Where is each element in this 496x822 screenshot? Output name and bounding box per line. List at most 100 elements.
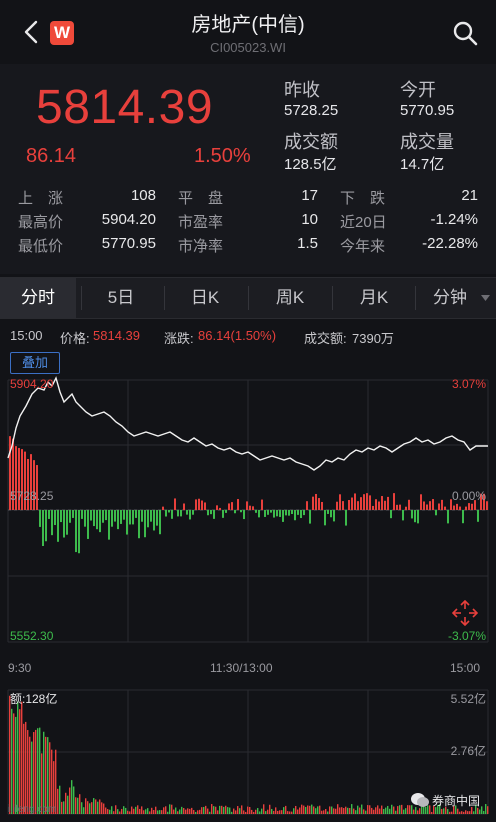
tab-5day[interactable]: 5日 [82,278,160,318]
ratio-bar [351,497,353,510]
y-label-low-pct: -3.07% [447,629,486,643]
ratio-bar [240,510,242,513]
ratio-bar [126,510,128,535]
volume-bar [377,805,379,814]
ratio-bar [246,501,248,510]
ratio-bar [87,510,89,539]
search-icon[interactable] [452,20,478,46]
source-label: 券商中国 [432,794,481,808]
volume-bar [397,806,399,814]
volume-bar [171,804,173,814]
info-time: 15:00 [10,328,43,343]
ratio-bar [354,493,356,510]
intraday-chart[interactable] [0,346,496,822]
volume-bar [173,809,175,814]
y-label-high-pct: 3.07% [451,377,486,391]
volume-bar [103,803,105,814]
volume-bar [149,811,151,814]
volume-bar [79,794,81,814]
volume-bar [87,801,89,814]
volume-bar [133,808,135,814]
volume-bar [235,810,237,814]
volume-bar [77,797,79,814]
ratio-bar [333,510,335,522]
ratio-bar [54,510,56,526]
ratio-bar [468,503,470,510]
volume-bar [373,809,375,814]
volume-bar [457,808,459,814]
volume-bar [381,805,383,814]
ratio-bar [216,505,218,510]
volume-bar [137,805,139,814]
ratio-bar [102,510,104,523]
volume-bar [47,737,49,814]
fullscreen-icon[interactable] [452,600,478,626]
stat-flat-label: 平 盘 [178,190,224,207]
volume-bar [209,811,211,814]
ratio-bar [360,497,362,510]
ratio-bar [132,510,134,525]
stat-up-value: 108 [130,187,156,204]
volume-bar [155,806,157,814]
volume-bar [73,786,75,814]
ratio-bar [309,510,311,524]
ratio-bar [387,496,389,510]
volume-bar [365,810,367,814]
volume-bar [295,805,297,814]
ratio-bar [375,499,377,510]
ratio-bar [258,510,260,518]
ratio-bar [315,493,317,510]
volume-bar [245,811,247,814]
volume-bar [37,728,39,814]
ratio-bar [336,501,338,510]
volume-bar [105,807,107,814]
ratio-bar [411,510,413,519]
ratio-bar [327,510,329,514]
volume-bar [343,808,345,814]
dropdown-caret-icon[interactable] [481,295,490,301]
ratio-bar [288,510,290,516]
ratio-bar [201,500,203,510]
ratio-bar [282,510,284,522]
volume-bar [239,808,241,814]
volume-bar [127,810,129,814]
volume-bar [215,806,217,814]
ratio-bar [39,510,41,527]
volume-bar [163,807,165,814]
volume-bar [271,808,273,814]
volume-bar [291,811,293,814]
overlay-button[interactable]: 叠加 [10,352,60,374]
ratio-bar [219,507,221,510]
ratio-bar [486,501,488,510]
volume-bar [9,695,11,814]
ratio-bar [420,494,422,510]
volume-bar [35,729,37,814]
volume-bar [297,809,299,814]
volume-bar [315,808,317,814]
ratio-bar [384,500,386,510]
volume-bar [323,810,325,814]
ratio-bar [456,503,458,510]
tab-minute[interactable]: 分钟 [420,278,480,318]
ratio-bar [363,494,365,510]
volume-bar [359,807,361,814]
tab-intraday[interactable]: 分时 [0,278,76,318]
ratio-bar [396,504,398,510]
y-label-mid-price: 5728.25 [10,489,54,503]
volume-bar [481,806,483,814]
info-amount-label: 成交额: [304,331,347,346]
tab-daily-k[interactable]: 日K [165,278,245,318]
ratio-bar [444,506,446,510]
ratio-bar [408,499,410,510]
volume-bar [203,806,205,814]
ratio-bar [366,493,368,510]
tab-weekly-k[interactable]: 周K [249,278,331,318]
info-price-label: 价格: [60,331,90,346]
volume-bar [113,811,115,814]
volume-bar [357,805,359,814]
ratio-bar [45,510,47,542]
ratio-bar [339,494,341,510]
volume-bar [177,811,179,814]
tab-monthly-k[interactable]: 月K [333,278,415,318]
open-label: 今开 [400,80,436,100]
